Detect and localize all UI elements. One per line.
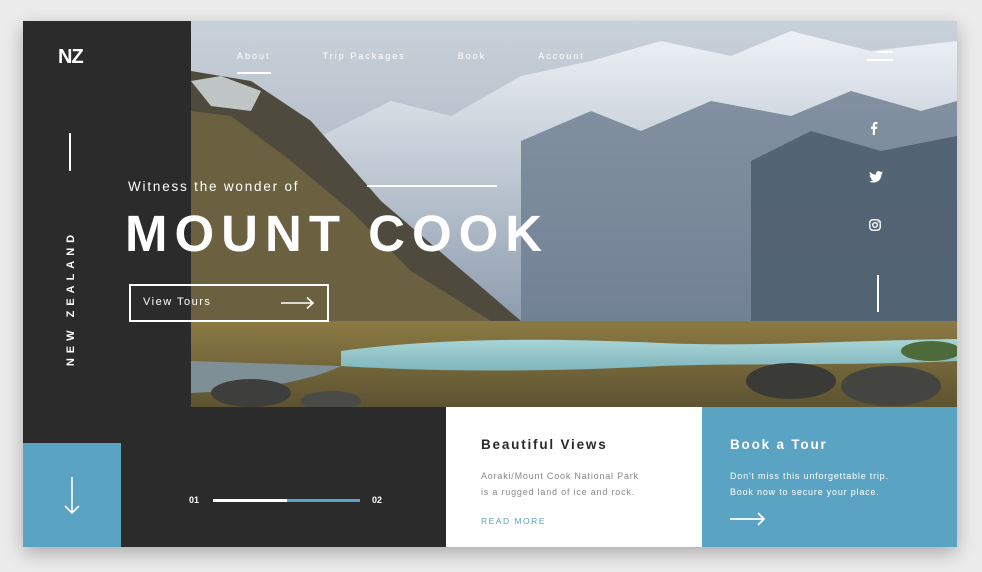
nav-item-account[interactable]: Account xyxy=(538,51,585,61)
view-tours-label: View Tours xyxy=(143,296,212,308)
twitter-icon[interactable] xyxy=(869,170,883,188)
card-body-line: Book now to secure your place. xyxy=(730,487,880,497)
top-nav: About Trip Packages Book Account xyxy=(237,51,637,74)
card-title: Beautiful Views xyxy=(481,437,608,452)
read-more-link[interactable]: READ MORE xyxy=(481,516,546,526)
card-body-line: Aoraki/Mount Cook National Park xyxy=(481,471,639,481)
facebook-icon[interactable] xyxy=(869,121,879,140)
card-title: Book a Tour xyxy=(730,437,828,452)
nz-logo[interactable]: NZ xyxy=(58,46,84,69)
tagline-rule xyxy=(367,185,497,187)
hero-tagline: Witness the wonder of xyxy=(128,179,300,194)
nav-item-about[interactable]: About xyxy=(237,51,271,74)
social-divider xyxy=(877,275,879,312)
hamburger-menu-icon[interactable] xyxy=(865,51,893,65)
instagram-icon[interactable] xyxy=(869,218,881,236)
card-body-line: Don't miss this unforgettable trip. xyxy=(730,471,889,481)
nav-item-book[interactable]: Book xyxy=(458,51,487,61)
beautiful-views-card: Beautiful Views Aoraki/Mount Cook Nation… xyxy=(446,407,702,547)
arrow-right-icon xyxy=(281,297,315,309)
country-label: NEW ZEALAND xyxy=(65,229,77,367)
arrow-right-icon[interactable] xyxy=(730,512,766,526)
scroll-down-button[interactable] xyxy=(23,443,121,547)
pager-progress xyxy=(286,499,360,502)
nav-item-trip-packages[interactable]: Trip Packages xyxy=(323,51,406,61)
view-tours-button[interactable]: View Tours xyxy=(129,284,329,322)
card-body: Don't miss this unforgettable trip. Book… xyxy=(730,468,945,500)
book-tour-card: Book a Tour Don't miss this unforgettabl… xyxy=(702,407,957,547)
card-body: Aoraki/Mount Cook National Park is a rug… xyxy=(481,468,681,500)
hero-headline: MOUNT COOK xyxy=(125,205,550,262)
pager-start: 01 xyxy=(189,495,200,505)
card-body-line: is a rugged land of ice and rock. xyxy=(481,487,635,497)
sidebar-divider xyxy=(69,133,71,171)
arrow-down-icon xyxy=(64,477,80,515)
pager-end: 02 xyxy=(372,495,383,505)
landing-page: NZ NEW ZEALAND About Trip Packages Book … xyxy=(23,21,957,547)
